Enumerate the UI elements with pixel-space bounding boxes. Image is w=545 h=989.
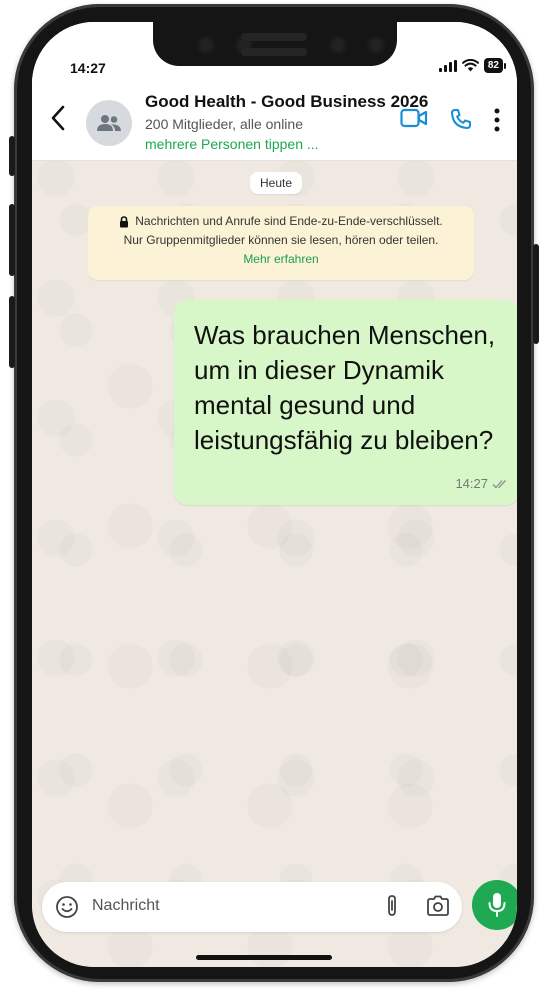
phone-volume-up xyxy=(9,204,15,276)
lock-icon xyxy=(120,215,129,227)
group-avatar-icon[interactable] xyxy=(86,100,132,146)
message-meta: 14:27 xyxy=(455,476,508,491)
chat-title[interactable]: Good Health - Good Business 2026 xyxy=(145,92,428,112)
date-separator: Heute xyxy=(250,172,303,194)
learn-more-link[interactable]: Mehr erfahren xyxy=(88,250,474,269)
emoji-icon[interactable] xyxy=(55,895,79,924)
back-arrow-icon[interactable] xyxy=(46,102,70,134)
more-options-icon[interactable] xyxy=(494,108,500,132)
wifi-icon xyxy=(461,59,479,72)
phone-side-button xyxy=(9,136,15,176)
signal-icon xyxy=(438,59,457,72)
chat-header: Good Health - Good Business 2026 200 Mit… xyxy=(32,82,517,161)
camera-notch xyxy=(153,22,397,66)
home-indicator[interactable] xyxy=(196,955,332,960)
message-input[interactable]: Nachricht xyxy=(92,897,160,915)
voice-call-icon[interactable] xyxy=(450,108,472,130)
chat-screen: 14:27 82 Good Health - Good Business 202… xyxy=(32,22,517,967)
battery-icon: 82 xyxy=(483,58,507,73)
status-time: 14:27 xyxy=(70,60,106,76)
outgoing-message-bubble[interactable]: Was brauchen Menschen, um in dieser Dyna… xyxy=(174,300,517,505)
message-composer[interactable]: Nachricht xyxy=(42,882,462,932)
chat-member-count: 200 Mitglieder, alle online xyxy=(145,116,303,132)
camera-icon[interactable] xyxy=(426,895,450,922)
double-check-icon xyxy=(492,479,506,488)
phone-power-button xyxy=(533,244,539,344)
encryption-text-line1: Nachrichten und Anrufe sind Ende-zu-Ende… xyxy=(135,214,443,228)
encryption-notice[interactable]: Nachrichten und Anrufe sind Ende-zu-Ende… xyxy=(88,206,474,280)
video-call-icon[interactable] xyxy=(400,108,428,128)
phone-volume-down xyxy=(9,296,15,368)
encryption-text-line2: Nur Gruppenmitglieder können sie lesen, … xyxy=(123,233,439,247)
message-time: 14:27 xyxy=(455,476,488,491)
typing-indicator: mehrere Personen tippen ... xyxy=(145,136,319,152)
attach-icon[interactable] xyxy=(385,894,399,923)
status-icons: 82 xyxy=(438,58,507,73)
message-text: Was brauchen Menschen, um in dieser Dyna… xyxy=(194,320,496,455)
microphone-icon[interactable] xyxy=(472,880,517,930)
